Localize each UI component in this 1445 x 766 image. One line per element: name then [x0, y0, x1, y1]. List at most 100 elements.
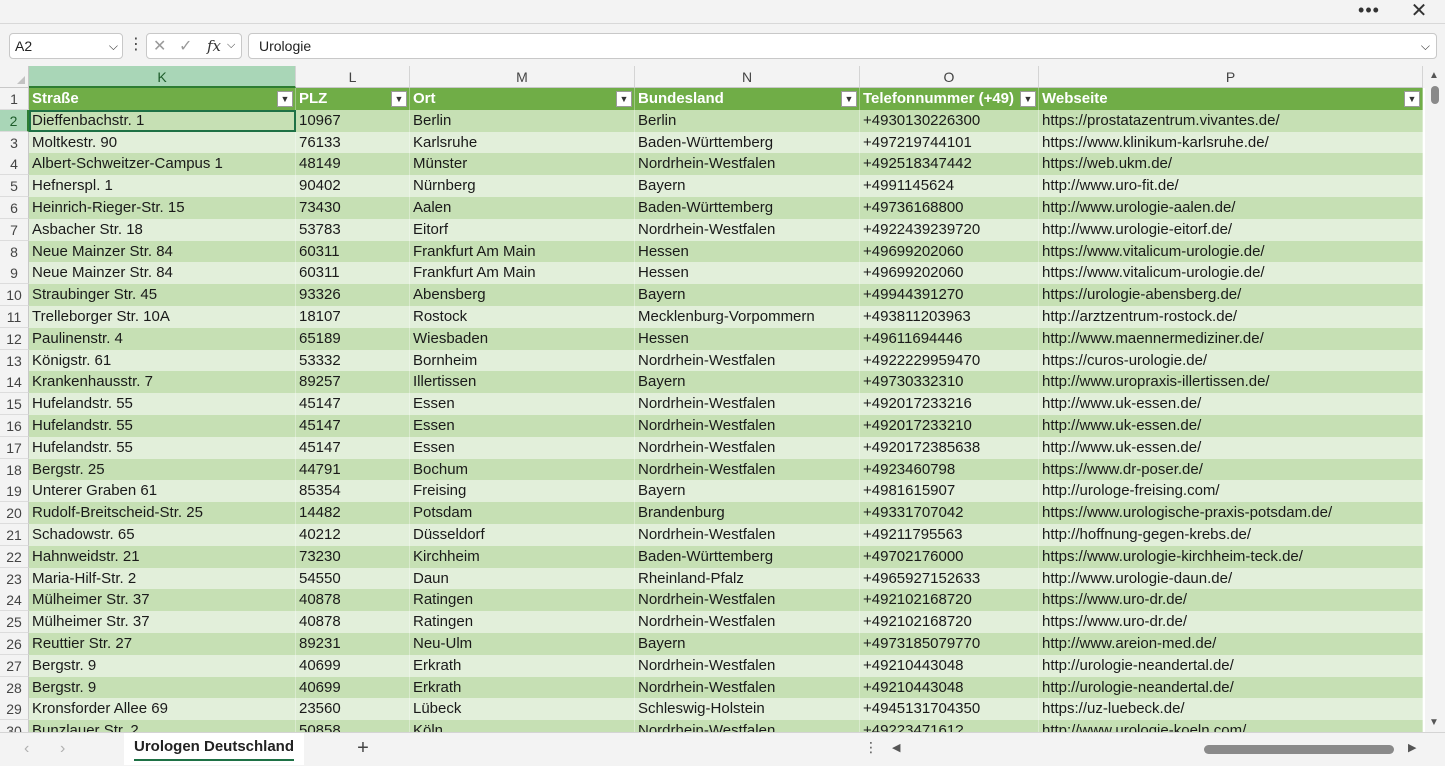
- row-number[interactable]: 7: [0, 219, 29, 241]
- table-cell[interactable]: Reuttier Str. 27: [29, 633, 296, 655]
- table-cell[interactable]: Straubinger Str. 45: [29, 284, 296, 306]
- table-cell[interactable]: https://www.urologie-kirchheim-teck.de/: [1039, 546, 1423, 568]
- table-cell[interactable]: +49331707042: [860, 502, 1039, 524]
- table-cell[interactable]: Trelleborger Str. 10A: [29, 306, 296, 328]
- table-cell[interactable]: https://prostatazentrum.vivantes.de/: [1039, 110, 1423, 132]
- table-cell[interactable]: Nordrhein-Westfalen: [635, 524, 860, 546]
- table-cell[interactable]: Frankfurt Am Main: [410, 241, 635, 263]
- table-cell[interactable]: +492102168720: [860, 611, 1039, 633]
- table-cell[interactable]: Karlsruhe: [410, 132, 635, 154]
- table-cell[interactable]: Hahnweidstr. 21: [29, 546, 296, 568]
- formula-input[interactable]: Urologie ⌵: [248, 33, 1437, 59]
- table-cell[interactable]: Berlin: [635, 110, 860, 132]
- row-number[interactable]: 3: [0, 132, 29, 154]
- more-options-icon[interactable]: •••: [1355, 1, 1383, 21]
- table-cell[interactable]: Bunzlauer Str. 2: [29, 720, 296, 732]
- table-cell[interactable]: +49699202060: [860, 241, 1039, 263]
- table-cell[interactable]: +4923460798: [860, 459, 1039, 481]
- scroll-down-icon[interactable]: ▼: [1429, 717, 1439, 728]
- table-cell[interactable]: Rudolf-Breitscheid-Str. 25: [29, 502, 296, 524]
- filter-dropdown-icon[interactable]: ▼: [841, 91, 857, 107]
- table-cell[interactable]: Frankfurt Am Main: [410, 262, 635, 284]
- table-cell[interactable]: Düsseldorf: [410, 524, 635, 546]
- table-cell[interactable]: Hefnerspl. 1: [29, 175, 296, 197]
- table-cell[interactable]: Bochum: [410, 459, 635, 481]
- table-cell[interactable]: +49944391270: [860, 284, 1039, 306]
- table-cell[interactable]: Berlin: [410, 110, 635, 132]
- table-cell[interactable]: Hufelandstr. 55: [29, 393, 296, 415]
- row-number[interactable]: 5: [0, 175, 29, 197]
- row-number[interactable]: 1: [0, 88, 29, 110]
- row-number[interactable]: 29: [0, 698, 29, 720]
- check-icon[interactable]: ✓: [179, 36, 192, 56]
- table-cell[interactable]: 40699: [296, 655, 410, 677]
- table-cell[interactable]: Bayern: [635, 480, 860, 502]
- table-cell[interactable]: 40699: [296, 677, 410, 699]
- table-cell[interactable]: 54550: [296, 568, 410, 590]
- column-header-n[interactable]: N: [635, 66, 860, 88]
- next-sheet-icon[interactable]: ›: [60, 740, 65, 758]
- row-number[interactable]: 27: [0, 655, 29, 677]
- table-cell[interactable]: http://urologie-neandertal.de/: [1039, 677, 1423, 699]
- table-cell[interactable]: Erkrath: [410, 655, 635, 677]
- table-cell[interactable]: Kirchheim: [410, 546, 635, 568]
- table-cell[interactable]: http://www.uk-essen.de/: [1039, 393, 1423, 415]
- table-cell[interactable]: Bergstr. 9: [29, 655, 296, 677]
- table-cell[interactable]: Nordrhein-Westfalen: [635, 611, 860, 633]
- table-cell[interactable]: Neue Mainzer Str. 84: [29, 262, 296, 284]
- table-cell[interactable]: Nordrhein-Westfalen: [635, 589, 860, 611]
- table-cell[interactable]: 45147: [296, 393, 410, 415]
- row-number[interactable]: 30: [0, 720, 29, 732]
- table-cell[interactable]: +49699202060: [860, 262, 1039, 284]
- table-cell[interactable]: Moltkestr. 90: [29, 132, 296, 154]
- table-cell[interactable]: Wiesbaden: [410, 328, 635, 350]
- horizontal-scroll-thumb[interactable]: [1204, 745, 1394, 754]
- column-header-l[interactable]: L: [296, 66, 410, 88]
- table-cell[interactable]: Hessen: [635, 241, 860, 263]
- table-cell[interactable]: +49211795563: [860, 524, 1039, 546]
- table-cell[interactable]: Baden-Württemberg: [635, 546, 860, 568]
- row-number[interactable]: 2: [0, 110, 29, 132]
- table-cell[interactable]: http://www.uro-fit.de/: [1039, 175, 1423, 197]
- table-cell[interactable]: +4930130226300: [860, 110, 1039, 132]
- table-cell[interactable]: Dieffenbachstr. 1: [29, 110, 296, 132]
- table-cell[interactable]: Nordrhein-Westfalen: [635, 437, 860, 459]
- scroll-up-icon[interactable]: ▲: [1429, 70, 1439, 81]
- table-cell[interactable]: 60311: [296, 241, 410, 263]
- table-cell[interactable]: Baden-Württemberg: [635, 132, 860, 154]
- table-cell[interactable]: 60311: [296, 262, 410, 284]
- table-cell[interactable]: 45147: [296, 415, 410, 437]
- table-cell[interactable]: 23560: [296, 698, 410, 720]
- select-all-corner[interactable]: [0, 66, 29, 88]
- sheet-tab-urologen-deutschland[interactable]: Urologen Deutschland: [124, 733, 305, 765]
- table-cell[interactable]: https://www.urologische-praxis-potsdam.d…: [1039, 502, 1423, 524]
- column-header-k[interactable]: K: [29, 66, 296, 88]
- table-cell[interactable]: 65189: [296, 328, 410, 350]
- row-number[interactable]: 19: [0, 480, 29, 502]
- table-cell[interactable]: Unterer Graben 61: [29, 480, 296, 502]
- table-cell[interactable]: Hessen: [635, 262, 860, 284]
- table-cell[interactable]: 10967: [296, 110, 410, 132]
- table-cell[interactable]: Bornheim: [410, 350, 635, 372]
- table-cell[interactable]: http://hoffnung-gegen-krebs.de/: [1039, 524, 1423, 546]
- table-cell[interactable]: https://uz-luebeck.de/: [1039, 698, 1423, 720]
- table-cell[interactable]: http://urologie-neandertal.de/: [1039, 655, 1423, 677]
- table-cell[interactable]: +492518347442: [860, 153, 1039, 175]
- expand-formula-icon[interactable]: ⌵: [1421, 34, 1430, 58]
- table-cell[interactable]: http://www.uk-essen.de/: [1039, 415, 1423, 437]
- table-cell[interactable]: +49736168800: [860, 197, 1039, 219]
- filter-dropdown-icon[interactable]: ▼: [277, 91, 293, 107]
- table-cell[interactable]: Schleswig-Holstein: [635, 698, 860, 720]
- table-cell[interactable]: Nordrhein-Westfalen: [635, 219, 860, 241]
- table-cell[interactable]: https://www.vitalicum-urologie.de/: [1039, 241, 1423, 263]
- table-cell[interactable]: +4991145624: [860, 175, 1039, 197]
- row-number[interactable]: 26: [0, 633, 29, 655]
- row-number[interactable]: 22: [0, 546, 29, 568]
- table-cell[interactable]: +492017233216: [860, 393, 1039, 415]
- chevron-down-icon[interactable]: ⌵: [109, 34, 118, 58]
- table-cell[interactable]: 45147: [296, 437, 410, 459]
- table-cell[interactable]: Neue Mainzer Str. 84: [29, 241, 296, 263]
- table-cell[interactable]: Rostock: [410, 306, 635, 328]
- table-cell[interactable]: Albert-Schweitzer-Campus 1: [29, 153, 296, 175]
- vertical-scroll-thumb[interactable]: [1431, 86, 1439, 104]
